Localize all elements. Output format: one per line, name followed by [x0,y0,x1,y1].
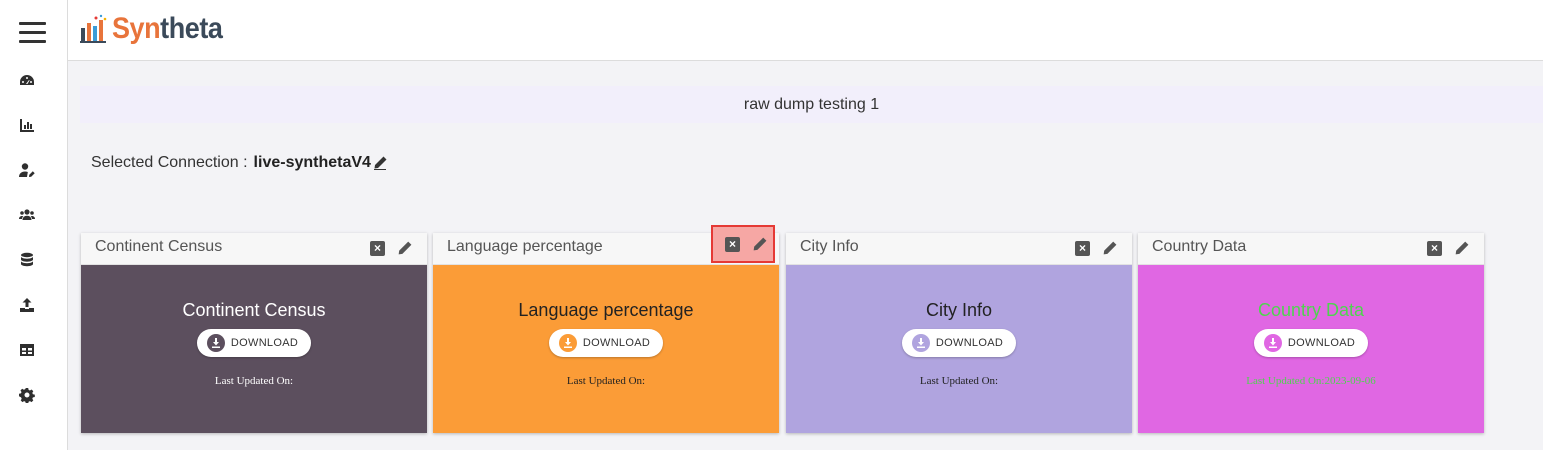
card-body[interactable]: City Info DOWNLOAD Last Updated On: [786,265,1132,433]
edit-card-button[interactable] [1101,240,1118,257]
edit-connection-icon[interactable] [372,155,388,171]
card-actions: × [1427,237,1470,259]
report-card: Continent Census × Continent Census DOWN… [81,233,427,433]
card-body-title: City Info [925,300,993,320]
download-label: DOWNLOAD [230,337,299,349]
delete-card-button[interactable]: × [725,236,740,252]
card-header: Country Data × [1138,233,1484,265]
last-updated: Last Updated On:2023-09-06 [1246,375,1376,387]
card-title: Country Data [1152,238,1247,255]
pencil-icon [753,237,767,250]
card-body[interactable]: Country Data DOWNLOAD Last Updated On:20… [1138,265,1484,433]
card-header: City Info × [786,233,1132,265]
chart-icon [20,119,34,132]
dashboard-icon [20,75,34,85]
card-title: Language percentage [447,238,603,255]
user-edit-icon [19,163,35,177]
sidebar-item-upload[interactable] [18,296,36,314]
delete-card-button[interactable]: × [370,240,385,256]
logo-icon [80,14,107,43]
pencil-icon [398,241,412,254]
sidebar-item-users[interactable] [18,206,36,224]
download-button[interactable]: DOWNLOAD [901,329,1017,357]
edit-card-button[interactable] [751,236,768,253]
download-icon [911,334,930,352]
download-icon [1263,334,1282,352]
menu-toggle-icon[interactable] [19,22,46,44]
card-body[interactable]: Continent Census DOWNLOAD Last Updated O… [81,265,427,433]
edit-card-button[interactable] [396,240,413,257]
gear-icon [19,388,35,403]
report-card: Country Data × Country Data DOWNLOAD Las… [1138,233,1484,433]
last-updated: Last Updated On: [566,375,646,387]
download-button[interactable]: DOWNLOAD [548,329,664,357]
download-icon [206,334,225,352]
report-card: Language percentage × Language percentag… [433,225,779,433]
card-body-title: Continent Census [182,300,326,320]
card-header: Continent Census × [81,233,427,265]
card-body[interactable]: Language percentage DOWNLOAD Last Update… [433,265,779,433]
sidebar-item-dashboard[interactable] [18,72,36,90]
sidebar-item-settings[interactable] [18,386,36,404]
card-actions: × [711,225,775,263]
dashboard-title: raw dump testing 1 [743,95,880,113]
sidebar-item-user-edit[interactable] [18,161,36,179]
connection-value: live-synthetaV4 [253,154,371,171]
sidebar-item-charts[interactable] [18,116,36,134]
delete-card-button[interactable]: × [1075,240,1090,256]
card-header: Language percentage × [433,225,779,265]
download-label: DOWNLOAD [582,337,651,349]
download-button[interactable]: DOWNLOAD [196,329,312,357]
selected-connection: Selected Connection : live-synthetaV4 [91,154,388,172]
upload-icon [20,298,34,312]
sidebar [0,0,68,450]
card-body-title: Country Data [1257,300,1365,320]
download-button[interactable]: DOWNLOAD [1253,329,1369,357]
last-updated: Last Updated On: [919,375,999,387]
last-updated: Last Updated On: [214,375,294,387]
top-header: Syntheta [68,0,1543,61]
pencil-icon [1455,241,1469,254]
card-actions: × [1075,237,1118,259]
download-icon [558,334,577,352]
card-actions: × [370,237,413,259]
sidebar-item-database[interactable] [18,251,36,269]
dashboard-title-banner: raw dump testing 1 [80,86,1543,123]
pencil-icon [1103,241,1117,254]
card-body-title: Language percentage [518,300,694,320]
delete-card-button[interactable]: × [1427,240,1442,256]
table-icon [20,344,34,356]
download-label: DOWNLOAD [1287,337,1356,349]
edit-card-button[interactable] [1453,240,1470,257]
connection-label: Selected Connection : [91,154,248,171]
download-label: DOWNLOAD [935,337,1004,349]
brand-logo[interactable]: Syntheta [80,9,235,49]
database-icon [21,252,33,267]
brand-name: Syntheta [112,12,223,45]
report-card: City Info × City Info DOWNLOAD Last Upda… [786,233,1132,433]
card-title: City Info [800,238,859,255]
users-icon [19,209,35,220]
card-title: Continent Census [95,238,223,255]
sidebar-item-tables[interactable] [18,341,36,359]
